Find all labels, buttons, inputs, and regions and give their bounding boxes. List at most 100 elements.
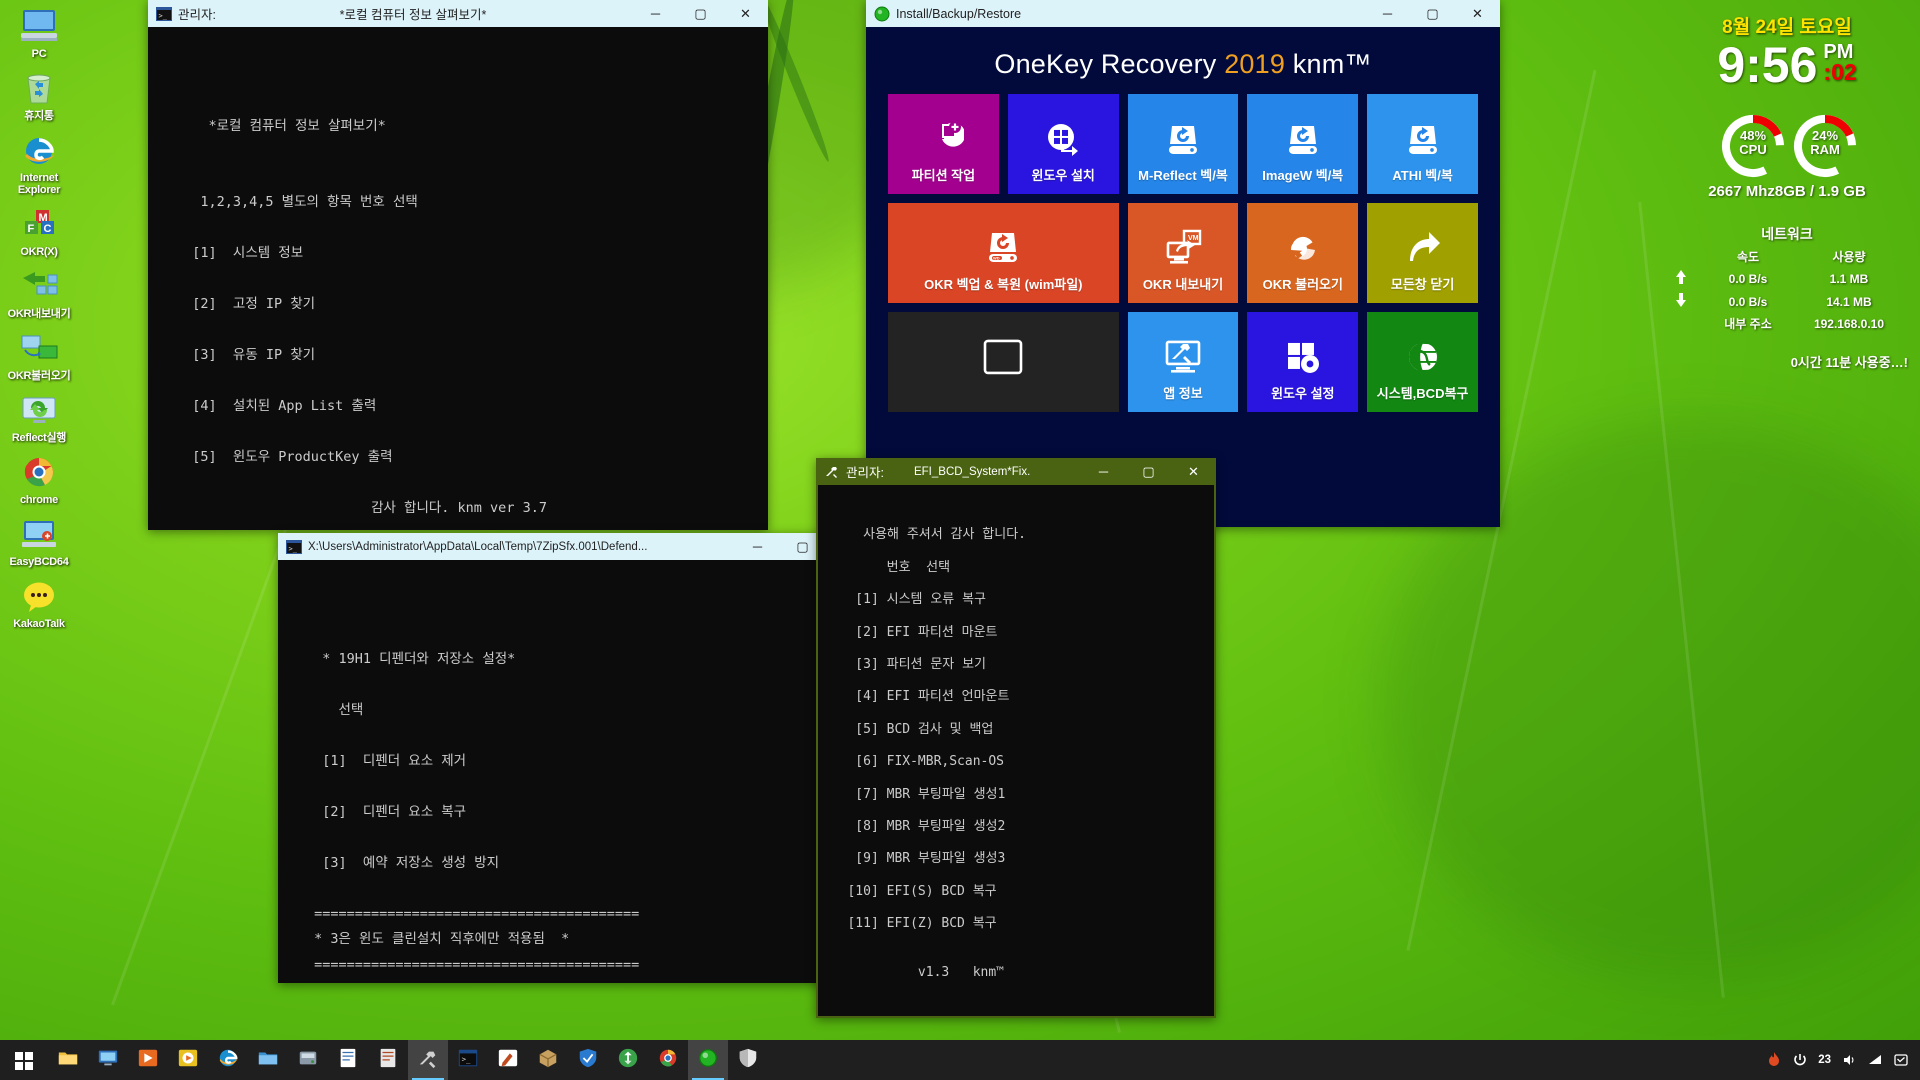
close-button[interactable]: ✕ — [1171, 458, 1216, 485]
titlebar-title: EFI_BCD_System*Fix. — [913, 465, 1031, 478]
taskbar-app-disk-tool[interactable] — [288, 1040, 328, 1080]
maximize-button[interactable]: ▢ — [678, 0, 723, 27]
player-icon — [177, 1047, 199, 1074]
taskbar-app-chrome[interactable] — [648, 1040, 688, 1080]
desktop-icon-recycle-bin[interactable]: 휴지통 — [0, 68, 78, 122]
okr-tile-파티션-작업[interactable]: 파티션 작업 — [888, 94, 999, 194]
taskbar-app-efi-bcd-console[interactable] — [408, 1040, 448, 1080]
desktop-icon-chrome[interactable]: chrome — [0, 452, 78, 506]
console-output[interactable]: 사용해 주셔서 감사 합니다. 번호 선택 [1] 시스템 오류 복구 [2] … — [816, 485, 1216, 1018]
minimize-button[interactable]: ─ — [1081, 458, 1126, 485]
okr-tile-모든창-닫기[interactable]: 모든창 닫기 — [1367, 203, 1478, 303]
ram-ring: 24% RAM — [1790, 111, 1860, 181]
taskbar-app-archive-app[interactable] — [528, 1040, 568, 1080]
okr-import-tile-icon — [1282, 227, 1324, 269]
taskbar-app-internet-explorer[interactable] — [208, 1040, 248, 1080]
okr-title-text2: knm™ — [1285, 49, 1372, 79]
titlebar[interactable]: Install/Backup/Restore ─ ▢ ✕ — [866, 0, 1500, 27]
note-icon — [337, 1047, 359, 1074]
gadget-memory-line: 2667 Mhz8GB / 1.9 GB — [1708, 183, 1866, 200]
okr-tile-시스템-BCD복구[interactable]: 시스템,BCD복구 — [1367, 312, 1478, 412]
desktop-icon-okr-import[interactable]: OKR불러오기 — [0, 328, 78, 382]
pie-plus-icon — [922, 118, 966, 160]
cpu-ring: 48% CPU — [1718, 111, 1788, 181]
window-onekey-recovery[interactable]: Install/Backup/Restore ─ ▢ ✕ OneKey Reco… — [866, 0, 1500, 527]
titlebar[interactable]: >_ X:\Users\Administrator\AppData\Local\… — [278, 533, 870, 560]
titlebar-title: X:\Users\Administrator\AppData\Local\Tem… — [308, 540, 648, 553]
taskbar-app-orange-app[interactable] — [128, 1040, 168, 1080]
titlebar-title: Install/Backup/Restore — [896, 6, 1022, 21]
minimize-button[interactable]: ─ — [735, 533, 780, 560]
desktop-icon-monitor[interactable]: PC — [0, 6, 78, 60]
desktop-icon-label: KakaoTalk — [13, 618, 65, 630]
minimize-button[interactable]: ─ — [633, 0, 678, 27]
taskbar-app-recycle-app[interactable] — [608, 1040, 648, 1080]
desktop-icon-reflect-run[interactable]: Reflect실행 — [0, 390, 78, 444]
console-output[interactable]: *로컬 컴퓨터 정보 살펴보기* 1,2,3,4,5 별도의 항목 번호 선택 … — [148, 27, 768, 530]
titlebar[interactable]: >_ 관리자: *로컬 컴퓨터 정보 살펴보기* ─ ▢ ✕ — [148, 0, 768, 27]
upload-speed: 0.0 B/s — [1728, 271, 1768, 286]
volume-icon[interactable] — [1836, 1040, 1862, 1080]
taskbar-app-notepad[interactable] — [328, 1040, 368, 1080]
close-button[interactable]: ✕ — [1455, 0, 1500, 27]
taskbar-app-remote-desktop[interactable] — [88, 1040, 128, 1080]
desktop-icon-okr-export[interactable]: OKR내보내기 — [0, 266, 78, 320]
console-admin-icon: >_ — [286, 539, 302, 555]
desktop-icon-okr-cubes[interactable]: M F C OKR(X) — [0, 204, 78, 258]
taskbar-app-defender-console[interactable] — [728, 1040, 768, 1080]
okr-tile-OKR-내보내기[interactable]: VM OKR 내보내기 — [1127, 203, 1239, 303]
fire-icon[interactable] — [1761, 1040, 1787, 1080]
okr-tile-ATHI-벡/복[interactable]: ATHI 벡/복 — [1367, 94, 1478, 194]
taskbar-app-okr-window[interactable] — [688, 1040, 728, 1080]
taskbar-app-console-window[interactable]: >_ — [448, 1040, 488, 1080]
okr-cubes-icon: MFC — [17, 204, 61, 244]
titlebar[interactable]: 관리자: EFI_BCD_System*Fix. ─ ▢ ✕ — [816, 458, 1216, 485]
maximize-button[interactable]: ▢ — [1126, 458, 1171, 485]
gadget-usage-header: 사용량 — [1832, 250, 1866, 264]
window-local-computer-info[interactable]: >_ 관리자: *로컬 컴퓨터 정보 살펴보기* ─ ▢ ✕ *로컬 컴퓨터 정… — [148, 0, 768, 530]
monitor-icon — [17, 6, 61, 46]
taskbar-app-security-app[interactable] — [568, 1040, 608, 1080]
console-output[interactable]: * 19H1 디펜더와 저장소 설정* 선택 [1] 디펜더 요소 제거 [2]… — [278, 560, 870, 983]
okr-tile-label: 윈도우 설치 — [1031, 168, 1095, 183]
gadget-usage-rings: 48% CPU 24% RAM — [1662, 111, 1912, 189]
maximize-button[interactable]: ▢ — [1410, 0, 1455, 27]
desktop-icon-kakaotalk[interactable]: KakaoTalk — [0, 576, 78, 630]
okr-tile-blank[interactable] — [888, 312, 1119, 412]
cpu-percent: 48% — [1739, 128, 1767, 143]
minimize-button[interactable]: ─ — [1365, 0, 1410, 27]
taskbar-app-notepad2[interactable] — [368, 1040, 408, 1080]
okr-tile-앱-정보[interactable]: 앱 정보 — [1127, 312, 1239, 412]
okr-tile-M-Reflect-벡/복[interactable]: M-Reflect 벡/복 — [1127, 94, 1239, 194]
tray-count[interactable]: 23 — [1813, 1040, 1836, 1080]
network-icon[interactable] — [1862, 1040, 1888, 1080]
gadget-uptime: 0시간 11분 사용중…! — [1790, 355, 1908, 370]
taskbar-app-folder-app[interactable] — [248, 1040, 288, 1080]
okr-tile-OKR-불러오기[interactable]: OKR 불러오기 — [1247, 203, 1359, 303]
svg-text:>_: >_ — [462, 1054, 471, 1063]
gadget-date: 8월 24일 토요일 — [1722, 17, 1852, 38]
box-icon — [537, 1047, 559, 1074]
okr-tile-OKR-벡업---복원--wim파일-[interactable]: WD OKR 벡업 & 복원 (wim파일) — [888, 203, 1119, 303]
taskbar-app-paint-app[interactable] — [488, 1040, 528, 1080]
ram-percent: 24% — [1811, 128, 1839, 143]
notification-icon[interactable] — [1888, 1040, 1914, 1080]
leaf-vein — [111, 515, 292, 1006]
start-button[interactable] — [0, 1040, 48, 1080]
window-efi-bcd-system-fix[interactable]: 관리자: EFI_BCD_System*Fix. ─ ▢ ✕ 사용해 주셔서 감… — [816, 458, 1216, 1018]
okr-tile-윈도우-설정[interactable]: 윈도우 설정 — [1247, 312, 1359, 412]
taskbar-app-list: >_ — [48, 1040, 768, 1080]
window-defender-settings[interactable]: >_ X:\Users\Administrator\AppData\Local\… — [278, 533, 870, 983]
taskbar: >_ 23 — [0, 1040, 1920, 1080]
okr-tile-ImageW-벡/복[interactable]: ImageW 벡/복 — [1247, 94, 1359, 194]
taskbar-app-media-player[interactable] — [168, 1040, 208, 1080]
taskbar-app-file-explorer[interactable] — [48, 1040, 88, 1080]
power-icon[interactable] — [1787, 1040, 1813, 1080]
close-button[interactable]: ✕ — [723, 0, 768, 27]
okr-tile-label: 앱 정보 — [1163, 386, 1203, 401]
desktop-icon-internet-explorer[interactable]: Internet Explorer — [0, 130, 78, 196]
desktop: PC 휴지통 Internet Explorer M F C OKR(X) OKR내보내기 OK… — [0, 0, 1920, 1080]
desktop-icon-easybcd[interactable]: EasyBCD64 — [0, 514, 78, 568]
gadget-speed-header: 속도 — [1736, 250, 1760, 264]
okr-tile-윈도우-설치[interactable]: 윈도우 설치 — [1007, 94, 1119, 194]
